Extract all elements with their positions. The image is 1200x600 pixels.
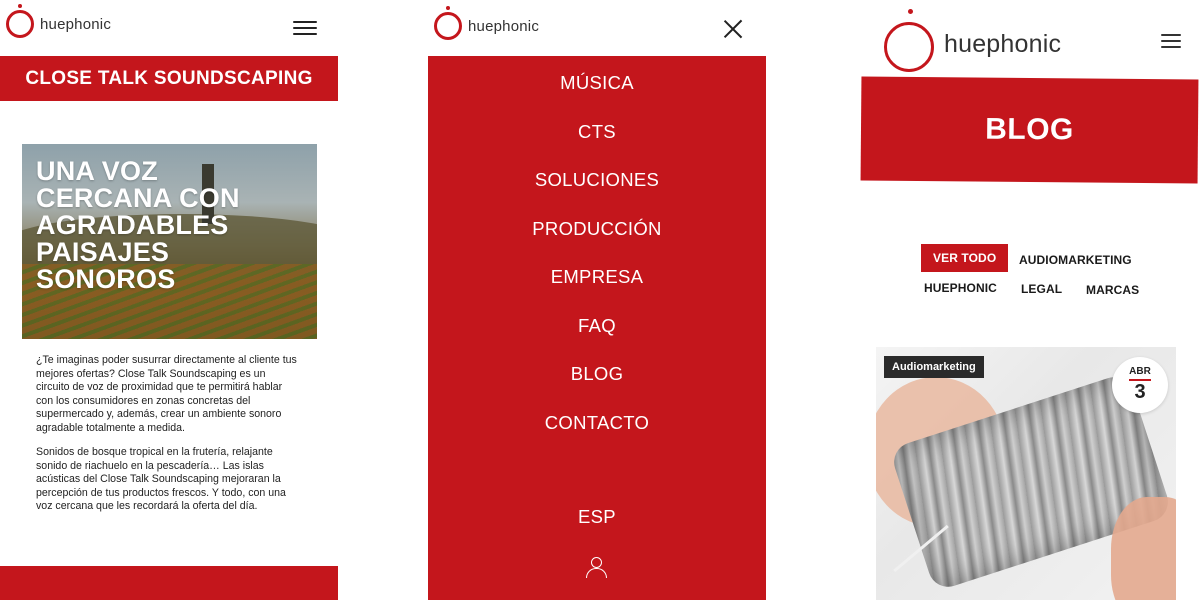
- phone-screen-menu: huephonic MÚSICA CTS SOLUCIONES PRODUCCI…: [428, 0, 766, 600]
- filter-ver-todo[interactable]: VER TODO: [921, 244, 1009, 272]
- filter-audiomarketing[interactable]: AUDIOMARKETING: [1019, 253, 1132, 267]
- brand-logo[interactable]: huephonic: [884, 9, 1062, 72]
- filter-legal[interactable]: LEGAL: [1021, 282, 1062, 296]
- menu-item-contacto[interactable]: CONTACTO: [428, 412, 766, 434]
- menu-item-faq[interactable]: FAQ: [428, 315, 766, 337]
- menu-item-produccion[interactable]: PRODUCCIÓN: [428, 218, 766, 240]
- logo-ring-icon: [434, 6, 462, 40]
- intro-paragraph: ¿Te imaginas poder susurrar directamente…: [36, 354, 297, 434]
- blog-banner: BLOG: [860, 76, 1199, 184]
- hero-image: UNA VOZ CERCANA CON AGRADABLES PAISAJES …: [22, 144, 317, 339]
- user-account-icon[interactable]: [586, 556, 608, 578]
- hero-title-line: PAISAJES: [36, 237, 170, 267]
- hamburger-menu-icon[interactable]: [1161, 34, 1181, 48]
- phone-screen-cts: huephonic CLOSE TALK SOUNDSCAPING UNA VO…: [0, 0, 338, 600]
- nav-menu: MÚSICA CTS SOLUCIONES PRODUCCIÓN EMPRESA…: [428, 56, 766, 600]
- menu-item-musica[interactable]: MÚSICA: [428, 72, 766, 94]
- hamburger-menu-icon[interactable]: [293, 21, 317, 35]
- logo-ring-icon: [884, 9, 934, 72]
- phone-screen-blog: huephonic BLOG VER TODO AUDIOMARKETING H…: [856, 0, 1200, 600]
- hero-title-line: SONOROS: [36, 264, 176, 294]
- filter-marcas[interactable]: MARCAS: [1086, 283, 1139, 297]
- post-date-day: 3: [1134, 381, 1146, 403]
- menu-item-blog[interactable]: BLOG: [428, 363, 766, 385]
- stage: huephonic CLOSE TALK SOUNDSCAPING UNA VO…: [0, 0, 1200, 600]
- post-date-month: ABR: [1129, 366, 1151, 377]
- hero-title-line: CERCANA CON: [36, 183, 240, 213]
- brand-logo[interactable]: huephonic: [434, 6, 540, 40]
- filter-huephonic[interactable]: HUEPHONIC: [924, 281, 997, 295]
- language-selector[interactable]: ESP: [428, 506, 766, 528]
- post-category-badge[interactable]: Audiomarketing: [884, 356, 984, 378]
- menu-item-cts[interactable]: CTS: [428, 121, 766, 143]
- hero-title-line: UNA VOZ: [36, 156, 158, 186]
- brand-name: huephonic: [944, 29, 1062, 58]
- hero-title-line: AGRADABLES: [36, 210, 229, 240]
- logo-ring-icon: [6, 4, 34, 38]
- brand-logo[interactable]: huephonic: [6, 4, 112, 38]
- post-date-badge: ABR 3: [1112, 357, 1168, 413]
- page-title: CLOSE TALK SOUNDSCAPING: [25, 67, 313, 89]
- blog-title: BLOG: [985, 112, 1074, 147]
- menu-item-empresa[interactable]: EMPRESA: [428, 266, 766, 288]
- detail-paragraph: Sonidos de bosque tropical en la fruterí…: [36, 446, 286, 513]
- page-title-bar: CLOSE TALK SOUNDSCAPING: [0, 56, 338, 101]
- close-menu-icon[interactable]: [722, 18, 744, 40]
- brand-name: huephonic: [40, 15, 112, 33]
- brand-name: huephonic: [468, 17, 540, 35]
- hero-title: UNA VOZ CERCANA CON AGRADABLES PAISAJES …: [36, 158, 240, 293]
- footer-bar: [0, 566, 338, 600]
- menu-item-soluciones[interactable]: SOLUCIONES: [428, 169, 766, 191]
